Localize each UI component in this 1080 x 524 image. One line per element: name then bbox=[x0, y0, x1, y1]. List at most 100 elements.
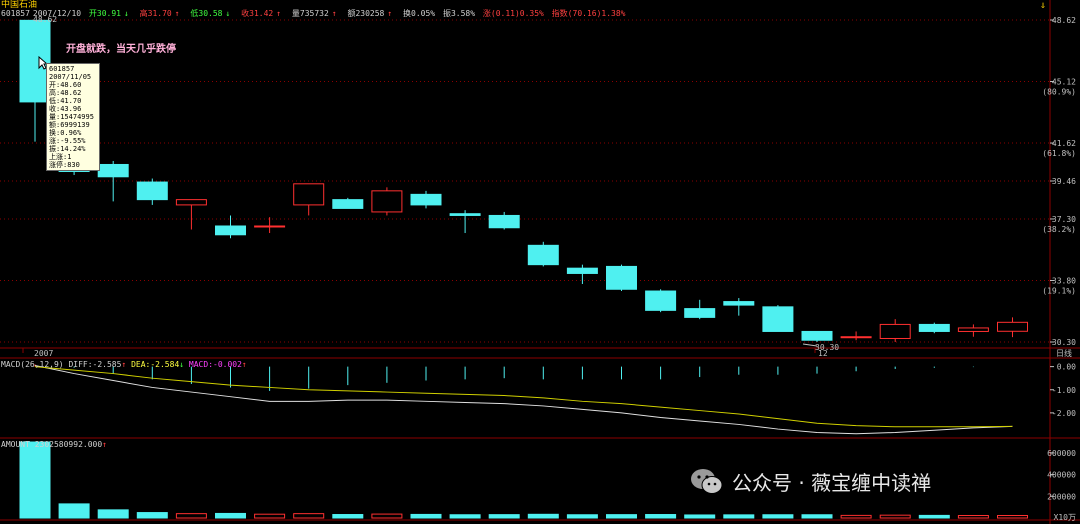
candle-body bbox=[801, 330, 833, 341]
tooltip-line: 2007/11/05 bbox=[49, 73, 92, 81]
price-axis-label: 37.30 bbox=[1052, 215, 1076, 224]
macd-axis-label: -1.00 bbox=[1052, 386, 1076, 395]
amount-bar bbox=[449, 514, 481, 519]
candle-body bbox=[762, 306, 794, 332]
amount-bar bbox=[19, 441, 51, 519]
amount-bar bbox=[58, 503, 90, 519]
candle-body bbox=[449, 213, 481, 216]
price-axis-label: 45.12 bbox=[1052, 78, 1076, 87]
amount-bar bbox=[762, 514, 794, 519]
candle-body bbox=[293, 183, 325, 206]
candle-body bbox=[997, 321, 1028, 332]
low-price: 低30.58 ↓ bbox=[190, 9, 233, 18]
low-arrow: ↓ bbox=[225, 9, 231, 18]
macd-header: MACD(26,12,9) DIFF:-2.585↑ DEA:-2.584↓ M… bbox=[1, 360, 247, 370]
macd-dea-line bbox=[34, 366, 1013, 428]
quote-date: 2007/12/10 bbox=[32, 9, 82, 18]
price-axis-label: 41.62 bbox=[1052, 139, 1076, 148]
tooltip-line: 开:48.60 bbox=[49, 81, 82, 89]
tooltip-line: 换:0.96% bbox=[49, 129, 82, 137]
amount-bar bbox=[175, 513, 207, 519]
candle-body bbox=[254, 225, 286, 228]
candle-body bbox=[566, 267, 598, 274]
candle-body bbox=[918, 323, 950, 332]
quote-info-line: 601857 2007/12/10 开30.91 ↓ 高31.70 ↑ 低30.58 ↓… bbox=[1, 9, 628, 19]
candle-body bbox=[606, 265, 637, 290]
turnover: 换0.05% bbox=[403, 9, 436, 18]
amount-axis-label: 600000 bbox=[1047, 449, 1076, 458]
candle-body bbox=[723, 301, 755, 306]
x-axis-year-label: 2007 bbox=[34, 349, 53, 358]
candle-body bbox=[97, 163, 129, 178]
amount-axis-label: 200000 bbox=[1047, 492, 1076, 501]
amount: 额230258 ↑ bbox=[347, 9, 395, 18]
amount-bar bbox=[723, 514, 755, 519]
price-percent-label: (38.2%) bbox=[1042, 225, 1076, 234]
amount-axis-label: 400000 bbox=[1047, 471, 1076, 480]
scroll-down-arrow-icon[interactable]: ⇓ bbox=[1040, 0, 1046, 11]
candle-body bbox=[175, 199, 207, 206]
high-price: 高31.70 ↑ bbox=[140, 9, 183, 18]
price-percent-label: (80.9%) bbox=[1042, 88, 1076, 97]
macd-diff-line bbox=[34, 364, 1013, 435]
candle-body bbox=[879, 323, 911, 339]
tooltip-line: 收:43.96 bbox=[49, 105, 82, 113]
tooltip-line: 振:14.24% bbox=[49, 145, 86, 153]
amount-bar bbox=[840, 514, 872, 519]
price-axis-label: 33.80 bbox=[1052, 276, 1076, 285]
candle-body bbox=[215, 225, 246, 236]
macd-value-arrow: ↑ bbox=[241, 360, 247, 369]
candle-body bbox=[645, 290, 677, 311]
stock-code: 601857 bbox=[1, 9, 30, 18]
tooltip-line: 601857 bbox=[49, 65, 75, 73]
amount-arrow: ↑ bbox=[387, 9, 393, 18]
candle-body bbox=[840, 336, 872, 339]
amount-bar bbox=[527, 513, 559, 519]
amount-bar bbox=[410, 513, 442, 519]
candle-body bbox=[684, 308, 716, 318]
high-arrow: ↑ bbox=[174, 9, 180, 18]
amount-bar bbox=[332, 514, 364, 519]
tooltip-line: 上涨:1 bbox=[49, 153, 72, 161]
tooltip-line: 量:15474995 bbox=[49, 113, 94, 121]
candle-body bbox=[136, 181, 168, 201]
wechat-icon bbox=[691, 468, 723, 494]
index-change: 指数(70.16)1.38% bbox=[551, 9, 626, 18]
amount-value: 额230258 bbox=[347, 9, 385, 18]
macd-value: MACD:-0.002 bbox=[188, 360, 242, 369]
candle-body bbox=[371, 190, 403, 213]
x-axis-month-label: 12 bbox=[818, 349, 828, 358]
volume: 量735732 ↑ bbox=[292, 9, 340, 18]
candle-info-tooltip: 601857 2007/11/05 开:48.60 高:48.62 低:41.70 收:4… bbox=[46, 63, 100, 171]
open-arrow: ↓ bbox=[124, 9, 129, 18]
close-value: 收31.42 bbox=[241, 9, 274, 18]
change: 涨(0.11)0.35% bbox=[482, 9, 544, 18]
price-axis-label: 30.30 bbox=[1052, 338, 1076, 347]
amount-bar bbox=[801, 514, 833, 519]
chart-annotation: 开盘就跌，当天几乎跌停 bbox=[66, 44, 176, 55]
amount-bar bbox=[566, 514, 598, 519]
macd-dea-arrow: ↓ bbox=[179, 360, 185, 369]
amount-bar bbox=[645, 514, 677, 519]
volume-value: 量735732 bbox=[291, 9, 329, 18]
amount-panel-arrow: ↑ bbox=[102, 440, 107, 449]
amount-bar bbox=[606, 514, 637, 519]
chart-canvas[interactable]: 48.6245.1241.6239.4637.3033.8030.30(80.9… bbox=[0, 0, 1080, 524]
macd-label: MACD(26,12,9) bbox=[1, 360, 64, 369]
price-axis-label: 39.46 bbox=[1052, 177, 1076, 186]
amount-bar bbox=[371, 513, 403, 519]
amount-bar bbox=[215, 512, 246, 519]
tooltip-line: 涨:-9.55% bbox=[49, 137, 86, 145]
candle-body bbox=[957, 327, 989, 332]
macd-axis-label: -2.00 bbox=[1052, 409, 1076, 418]
candle-body bbox=[488, 214, 520, 229]
amount-bar bbox=[957, 515, 989, 519]
macd-dea: DEA:-2.584 bbox=[131, 360, 180, 369]
high-value: 高31.70 bbox=[139, 9, 172, 18]
amount-bar bbox=[918, 514, 950, 519]
close-arrow: ↑ bbox=[276, 9, 282, 18]
amount-bar bbox=[879, 514, 911, 519]
amount-header: AMOUNT 2302580992.000↑ bbox=[1, 440, 107, 450]
amount-panel-label: AMOUNT 2302580992.000 bbox=[1, 440, 103, 449]
open-value: 开30.91 bbox=[88, 9, 121, 18]
